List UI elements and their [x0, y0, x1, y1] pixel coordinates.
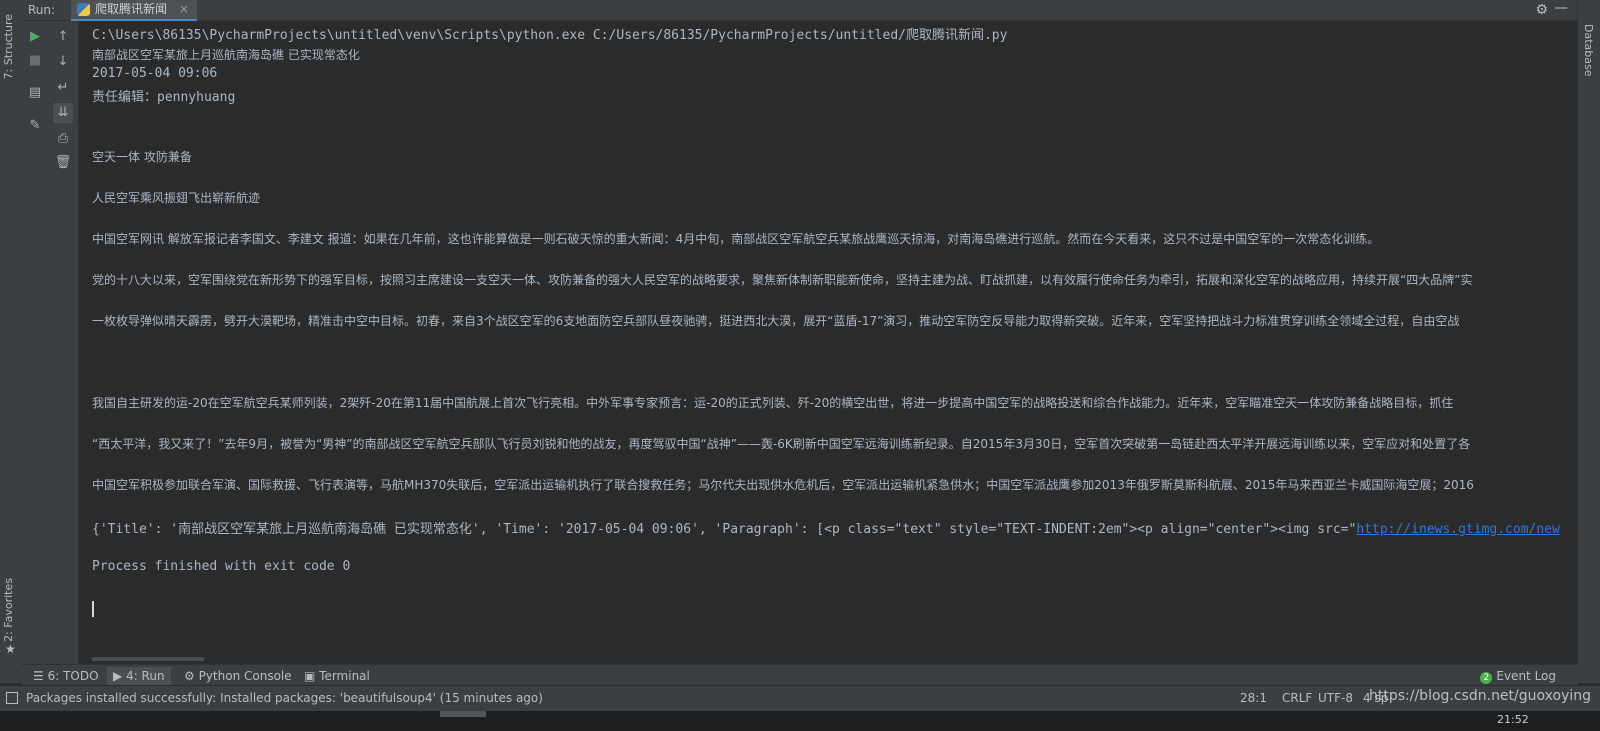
- star-icon: ★: [5, 642, 16, 656]
- tab-terminal[interactable]: ▣ Terminal: [304, 667, 370, 685]
- tab-todo[interactable]: ☰ 6: TODO: [33, 667, 99, 685]
- layout-icon[interactable]: ▤: [25, 83, 45, 103]
- status-bar: Packages installed successfully: Install…: [0, 685, 1600, 712]
- run-label: Run:: [28, 3, 56, 17]
- minimize-icon[interactable]: —: [1554, 0, 1568, 16]
- file-encoding[interactable]: UTF-8: [1318, 691, 1353, 705]
- close-icon[interactable]: ×: [179, 2, 189, 16]
- tab-todo-label: 6: TODO: [47, 669, 99, 683]
- left-tool-strip: 7: Structure 2: Favorites ★: [0, 0, 22, 683]
- down-arrow-icon[interactable]: ↓: [53, 52, 73, 72]
- event-count-badge: 2: [1480, 672, 1493, 684]
- event-log-label: Event Log: [1496, 669, 1556, 683]
- output-line: 我国自主研发的运-20在空军航空兵某师列装，2架歼-20在第11届中国航展上首次…: [92, 396, 1454, 410]
- text-caret: [92, 601, 94, 617]
- output-line: 中国空军网讯 解放军报记者李国文、李建文 报道：如果在几年前，这也许能算做是一则…: [92, 232, 1380, 246]
- database-tab[interactable]: Database: [1582, 24, 1595, 77]
- tab-run-label: 4: Run: [126, 669, 165, 683]
- output-line: 南部战区空军某旅上月巡航南海岛礁 已实现常态化: [92, 48, 360, 62]
- right-tool-strip: Database: [1577, 0, 1600, 683]
- output-line: 责任编辑：pennyhuang: [92, 90, 236, 105]
- event-log-tab[interactable]: 2 Event Log: [1480, 667, 1556, 685]
- status-icon[interactable]: [6, 692, 18, 704]
- trash-icon[interactable]: 🗑: [53, 153, 73, 173]
- bottom-tool-tabs: ☰ 6: TODO ▶ 4: Run ⚙ Python Console ▣ Te…: [21, 664, 1578, 685]
- output-line: 人民空军乘风振翅飞出崭新航迹: [92, 191, 261, 205]
- cursor-position[interactable]: 28:1: [1240, 691, 1267, 705]
- run-toolbar-secondary: ↑ ↓ ↵ ⇊ ⎙ 🗑: [48, 21, 79, 683]
- tab-python-console-label: Python Console: [198, 669, 292, 683]
- watermark: https://blog.csdn.net/guoxoying: [1369, 688, 1592, 704]
- dict-output-text: {'Title': '南部战区空军某旅上月巡航南海岛礁 已实现常态化', 'Ti…: [92, 522, 1357, 537]
- os-taskbar: 21:52: [0, 711, 1600, 731]
- exit-code-line: Process finished with exit code 0: [92, 559, 351, 574]
- run-toolbar-primary: ▶ ■ ▤ ✎: [21, 21, 48, 683]
- status-message[interactable]: Packages installed successfully: Install…: [26, 691, 543, 705]
- pin-icon[interactable]: ✎: [25, 116, 45, 136]
- output-line: 中国空军积极参加联合军演、国际救援、飞行表演等，马航MH370失联后，空军派出运…: [92, 478, 1474, 492]
- tab-title: 爬取腾讯新闻: [95, 2, 168, 16]
- favorites-tab[interactable]: 2: Favorites: [2, 578, 15, 642]
- clock: 21:52: [1497, 713, 1529, 726]
- output-line: “西太平洋，我又来了！”去年9月，被誉为“男神”的南部战区空军航空兵部队飞行员刘…: [92, 437, 1471, 451]
- up-arrow-icon[interactable]: ↑: [53, 27, 73, 47]
- dict-output-line: {'Title': '南部战区空军某旅上月巡航南海岛礁 已实现常态化', 'Ti…: [92, 518, 1560, 537]
- scroll-to-end-icon[interactable]: ⇊: [53, 103, 73, 123]
- output-line: 空天一体 攻防兼备: [92, 150, 192, 164]
- run-config-tab[interactable]: 爬取腾讯新闻 ×: [71, 0, 197, 21]
- line-separator[interactable]: CRLF: [1282, 691, 1312, 705]
- tab-run[interactable]: ▶ 4: Run: [107, 667, 171, 685]
- image-url-link[interactable]: http://inews.gtimg.com/new: [1356, 522, 1560, 537]
- output-line: 2017-05-04 09:06: [92, 66, 218, 81]
- python-icon: [77, 3, 90, 16]
- rerun-icon[interactable]: ▶: [25, 27, 45, 47]
- structure-tab[interactable]: 7: Structure: [2, 14, 15, 79]
- output-line: 党的十八大以来，空军围绕党在新形势下的强军目标，按照习主席建设一支空天一体、攻防…: [92, 273, 1473, 287]
- gear-icon[interactable]: ⚙: [1535, 2, 1548, 18]
- horizontal-scrollbar[interactable]: [92, 657, 204, 661]
- taskbar-handle: [440, 711, 486, 717]
- console-output[interactable]: C:\Users\86135\PycharmProjects\untitled\…: [79, 21, 1578, 661]
- output-line: 一枚枚导弹似晴天霹雳，劈开大漠靶场，精准击中空中目标。初春，来自3个战区空军的6…: [92, 314, 1460, 328]
- print-icon[interactable]: ⎙: [53, 129, 73, 149]
- tab-python-console[interactable]: ⚙ Python Console: [184, 667, 292, 685]
- command-line: C:\Users\86135\PycharmProjects\untitled\…: [92, 28, 1008, 43]
- tab-terminal-label: Terminal: [319, 669, 370, 683]
- stop-icon[interactable]: ■: [25, 51, 45, 71]
- soft-wrap-icon[interactable]: ↵: [53, 78, 73, 98]
- run-header: Run: 爬取腾讯新闻 × ⚙ —: [21, 0, 1578, 21]
